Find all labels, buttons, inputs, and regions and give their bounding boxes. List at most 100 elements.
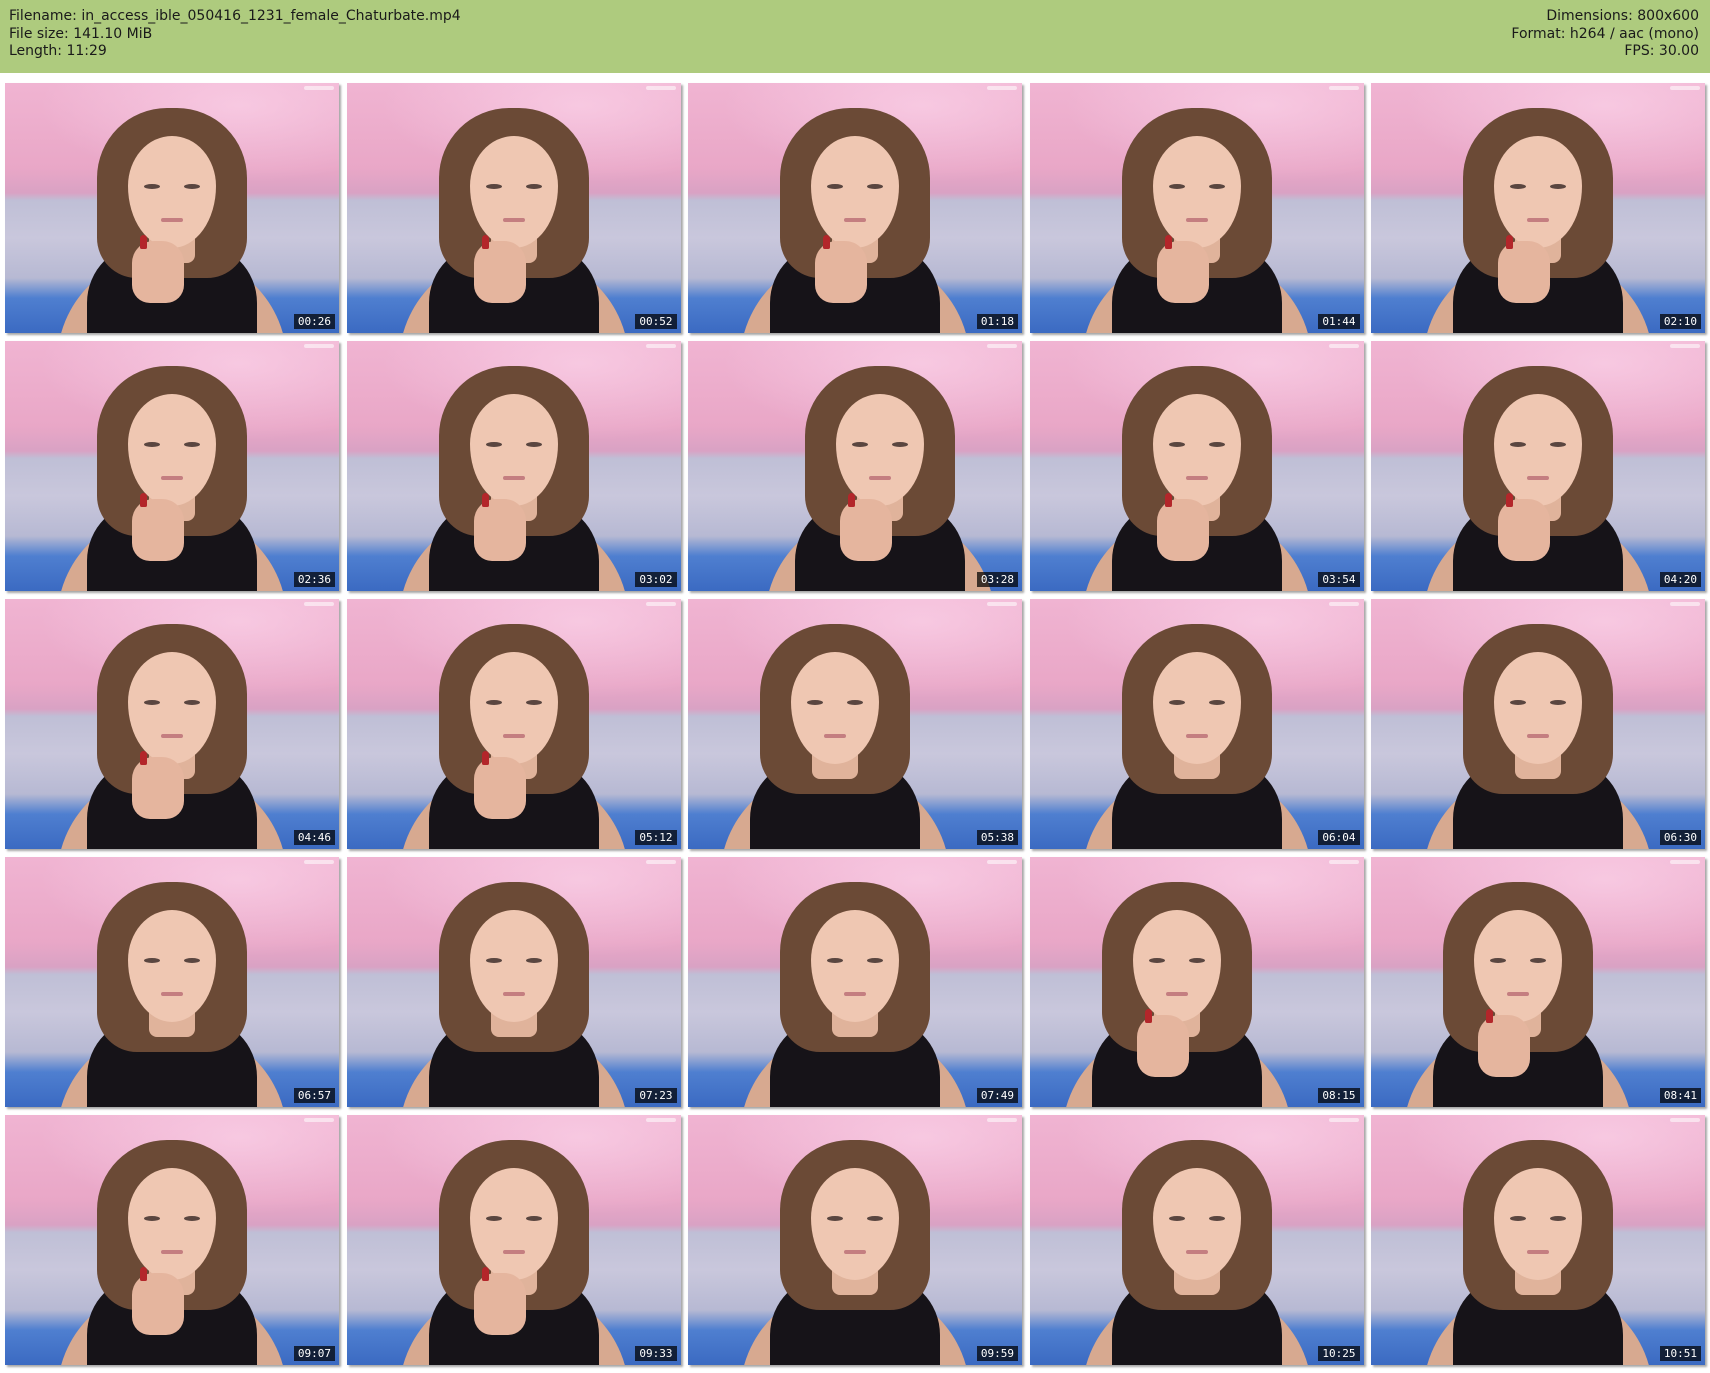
video-thumbnail: 00:52	[346, 83, 681, 333]
eye-right	[1530, 958, 1546, 963]
eye-left	[827, 184, 843, 189]
mouth	[161, 476, 183, 480]
eye-left	[1510, 1216, 1526, 1221]
hand	[473, 751, 526, 819]
eye-left	[1168, 700, 1185, 705]
timestamp-label: 03:02	[635, 572, 677, 587]
video-thumbnail: 06:04	[1029, 599, 1364, 849]
video-thumbnail: 04:20	[1371, 341, 1705, 591]
video-thumbnail: 07:23	[346, 857, 681, 1107]
fps-label: FPS:	[1624, 43, 1655, 59]
format-label: Format:	[1511, 25, 1566, 42]
person-figure	[1398, 877, 1638, 1107]
length-label: Length:	[9, 43, 63, 59]
video-thumbnail: 02:36	[5, 341, 339, 591]
timestamp-label: 03:28	[976, 572, 1018, 587]
person-figure	[52, 361, 292, 591]
video-thumbnail: 02:10	[1371, 83, 1705, 333]
watermark	[987, 860, 1017, 864]
timestamp-label: 02:10	[1659, 314, 1701, 329]
video-thumbnail: 09:07	[5, 1115, 339, 1365]
person-figure	[394, 619, 634, 849]
timestamp-label: 00:26	[293, 314, 335, 329]
eye-right	[525, 184, 542, 189]
mouth	[844, 218, 866, 222]
eye-left	[1148, 958, 1165, 963]
eye-left	[827, 958, 843, 963]
mouth	[1527, 1250, 1549, 1254]
person-figure	[394, 877, 634, 1107]
eye-right	[867, 184, 883, 189]
eye-left	[1168, 184, 1185, 189]
watermark	[1670, 860, 1700, 864]
timestamp-label: 01:44	[1318, 314, 1360, 329]
watermark	[1670, 86, 1700, 90]
hand	[473, 493, 526, 561]
mouth	[1527, 734, 1549, 738]
eye-right	[184, 442, 200, 447]
timestamp-label: 02:36	[293, 572, 335, 587]
person-figure	[735, 877, 975, 1107]
watermark	[987, 86, 1017, 90]
person-figure	[1077, 1135, 1317, 1365]
hand	[473, 1267, 526, 1335]
hand	[840, 493, 892, 561]
eye-left	[1510, 442, 1526, 447]
person-figure	[394, 1135, 634, 1365]
person-figure	[715, 619, 955, 849]
video-thumbnail: 08:41	[1371, 857, 1705, 1107]
eye-right	[847, 700, 863, 705]
timestamp-label: 10:25	[1318, 1346, 1360, 1361]
format-line: Format: h264 / aac (mono)	[1511, 26, 1699, 44]
hand	[132, 493, 184, 561]
filesize-label: File size:	[9, 25, 69, 42]
watermark	[987, 602, 1017, 606]
video-thumbnail: 09:33	[346, 1115, 681, 1365]
eye-left	[1510, 184, 1526, 189]
timestamp-label: 05:38	[976, 830, 1018, 845]
person-figure	[735, 103, 975, 333]
mouth	[1185, 734, 1208, 738]
video-thumbnail: 05:38	[688, 599, 1022, 849]
watermark	[987, 1118, 1017, 1122]
eye-right	[1550, 1216, 1566, 1221]
person-figure	[394, 103, 634, 333]
format-value: h264 / aac (mono)	[1569, 25, 1699, 42]
watermark	[1670, 1118, 1700, 1122]
mouth	[161, 1250, 183, 1254]
timestamp-label: 09:07	[293, 1346, 335, 1361]
timestamp-label: 10:51	[1659, 1346, 1701, 1361]
person-figure	[1418, 103, 1658, 333]
thumbnail-grid: 00:26 00:52 01:18 01:44 02:10 02:36 03:02 03:28…	[5, 83, 1705, 1365]
person-figure	[1418, 619, 1658, 849]
mouth	[1507, 992, 1529, 996]
mouth	[502, 1250, 525, 1254]
hand	[132, 751, 184, 819]
eye-left	[852, 442, 868, 447]
mouth	[844, 992, 866, 996]
mouth	[1527, 218, 1549, 222]
watermark	[645, 860, 676, 864]
eye-right	[1208, 700, 1225, 705]
person-figure	[1418, 1135, 1658, 1365]
watermark	[645, 602, 676, 606]
timestamp-label: 04:46	[293, 830, 335, 845]
hand	[1156, 235, 1209, 303]
fps-line: FPS: 30.00	[1511, 43, 1699, 61]
timestamp-label: 07:49	[976, 1088, 1018, 1103]
video-thumbnail: 08:15	[1029, 857, 1364, 1107]
hand	[473, 235, 526, 303]
eye-right	[525, 700, 542, 705]
eye-left	[1510, 700, 1526, 705]
eye-left	[144, 442, 160, 447]
eye-left	[144, 184, 160, 189]
mouth	[869, 476, 891, 480]
watermark	[645, 344, 676, 348]
watermark	[304, 602, 334, 606]
eye-left	[485, 958, 502, 963]
hand	[815, 235, 867, 303]
eye-right	[1550, 700, 1566, 705]
filesize-value: 141.10 MiB	[73, 25, 153, 42]
timestamp-label: 08:41	[1659, 1088, 1701, 1103]
person-figure	[52, 619, 292, 849]
